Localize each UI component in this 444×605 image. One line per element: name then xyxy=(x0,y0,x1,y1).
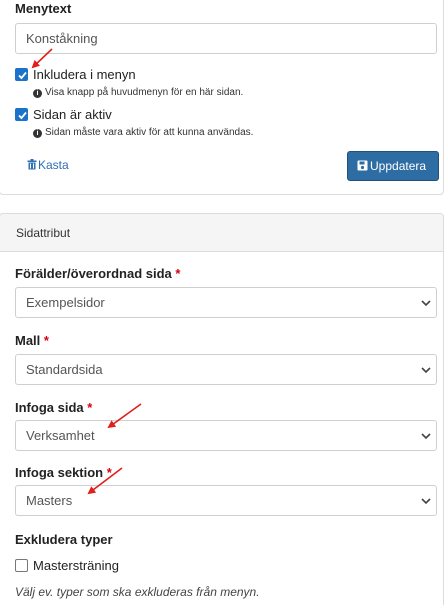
include-in-menu-label: Inkludera i menyn xyxy=(33,67,136,82)
template-select[interactable]: Standardsida xyxy=(15,354,437,385)
page-active-help-text: Sidan måste vara aktiv för att kunna anv… xyxy=(45,127,254,138)
insert-section-select[interactable]: Masters xyxy=(15,485,437,516)
parent-page-label: Förälder/överordnad sida * xyxy=(15,266,180,281)
menu-text-value: Konståkning xyxy=(26,31,98,46)
exclude-masters-training-label: Mastersträning xyxy=(33,558,119,573)
trash-icon xyxy=(27,159,37,170)
page-active-label: Sidan är aktiv xyxy=(33,107,112,122)
chevron-down-icon xyxy=(421,300,431,307)
page-attributes-title: Sidattribut xyxy=(16,226,71,240)
info-circle-icon: i xyxy=(33,129,42,138)
discard-link-label: Kasta xyxy=(38,158,69,172)
discard-link[interactable]: Kasta xyxy=(27,158,69,172)
parent-page-value: Exempelsidor xyxy=(26,295,105,310)
info-circle-icon: i xyxy=(33,89,42,98)
menu-text-label: Menytext xyxy=(15,1,72,16)
exclude-masters-training-checkbox[interactable] xyxy=(15,559,28,572)
insert-page-label: Infoga sida * xyxy=(15,400,92,415)
exclude-types-help: Välj ev. typer som ska exkluderas från m… xyxy=(15,585,260,599)
update-button-label: Uppdatera xyxy=(370,159,427,173)
chevron-down-icon xyxy=(421,433,431,440)
insert-page-value: Verksamhet xyxy=(26,428,95,443)
insert-section-value: Masters xyxy=(26,493,73,508)
chevron-down-icon xyxy=(421,367,431,374)
exclude-types-label: Exkludera typer xyxy=(15,532,113,547)
template-label-text: Mall xyxy=(15,333,41,348)
insert-page-label-text: Infoga sida xyxy=(15,400,84,415)
update-button[interactable]: Uppdatera xyxy=(347,151,439,181)
template-value: Standardsida xyxy=(26,362,103,377)
checkmark-icon xyxy=(18,111,27,120)
include-in-menu-help-text: Visa knapp på huvudmenyn för en här sida… xyxy=(45,87,244,98)
insert-section-label-text: Infoga sektion xyxy=(15,465,104,480)
include-in-menu-checkbox[interactable] xyxy=(15,68,28,81)
required-mark: * xyxy=(106,465,112,480)
page-active-help: i Sidan måste vara aktiv för att kunna an… xyxy=(33,127,253,138)
chevron-down-icon xyxy=(421,498,431,505)
parent-page-label-text: Förälder/överordnad sida xyxy=(15,266,172,281)
required-mark: * xyxy=(43,333,49,348)
template-label: Mall * xyxy=(15,333,49,348)
menu-text-input[interactable]: Konståkning xyxy=(15,23,437,54)
insert-page-select[interactable]: Verksamhet xyxy=(15,420,437,451)
page-active-checkbox[interactable] xyxy=(15,108,28,121)
required-mark: * xyxy=(87,400,93,415)
required-mark: * xyxy=(175,266,181,281)
insert-section-label: Infoga sektion * xyxy=(15,465,112,480)
save-icon xyxy=(357,160,368,171)
parent-page-select[interactable]: Exempelsidor xyxy=(15,287,437,318)
checkmark-icon xyxy=(18,71,27,80)
include-in-menu-help: i Visa knapp på huvudmenyn för en här sid… xyxy=(33,87,243,98)
page-attributes-header: Sidattribut xyxy=(0,214,443,252)
